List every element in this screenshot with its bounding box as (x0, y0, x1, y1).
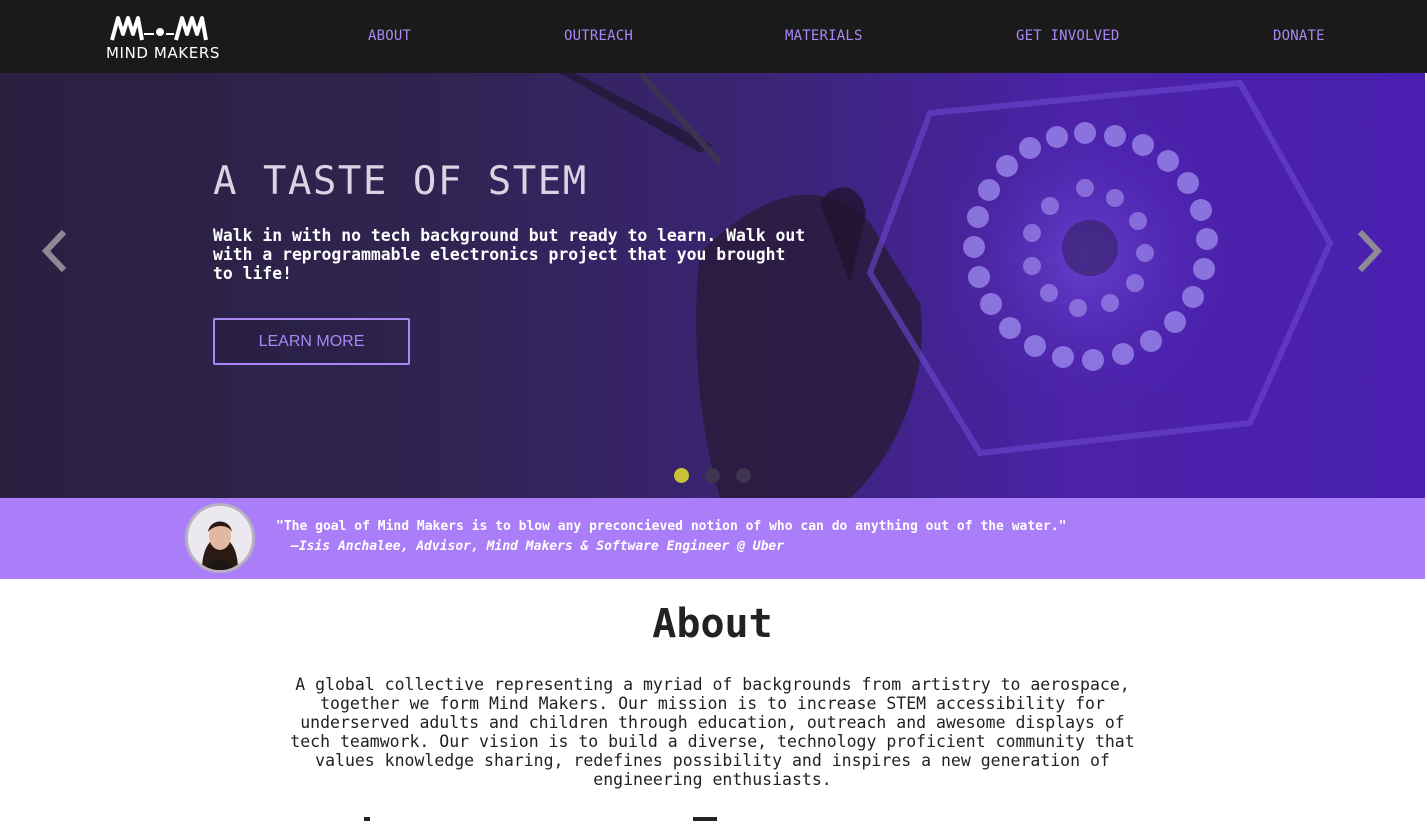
carousel-dot-3[interactable] (736, 468, 751, 483)
logo-link[interactable]: MIND MAKERS (106, 14, 220, 64)
avatar (185, 503, 255, 573)
nav-link-materials[interactable]: MATERIALS (785, 28, 863, 44)
nav-link-about[interactable]: ABOUT (368, 28, 411, 44)
nav-link-donate[interactable]: DONATE (1273, 28, 1325, 44)
below-fold-glyph (364, 817, 370, 821)
hero-background-image (560, 73, 1334, 498)
quote-text: "The goal of Mind Makers is to blow any … (276, 519, 1067, 534)
hero-title: A TASTE OF STEM (213, 159, 588, 204)
chevron-left-icon[interactable] (38, 228, 72, 274)
carousel-dot-2[interactable] (705, 468, 720, 483)
brand-name: MIND MAKERS (106, 44, 220, 62)
learn-more-button[interactable]: LEARN MORE (213, 318, 410, 365)
below-fold-glyph (693, 817, 717, 821)
navbar: MIND MAKERS ABOUT OUTREACH MATERIALS GET… (0, 0, 1427, 73)
hero-description: Walk in with no tech background but read… (213, 226, 806, 283)
carousel-dot-1[interactable] (674, 468, 689, 483)
portrait-image (188, 506, 252, 570)
hero-carousel: A TASTE OF STEM Walk in with no tech bac… (0, 73, 1425, 498)
about-description: A global collective representing a myria… (290, 675, 1135, 789)
quote-author: —Isis Anchalee, Advisor, Mind Makers & S… (291, 539, 785, 554)
nav-link-get-involved[interactable]: GET INVOLVED (1016, 28, 1120, 44)
chevron-right-icon[interactable] (1352, 228, 1386, 274)
nav-link-outreach[interactable]: OUTREACH (564, 28, 633, 44)
mind-makers-logo-icon (110, 16, 208, 41)
testimonial-bar: "The goal of Mind Makers is to blow any … (0, 498, 1425, 579)
about-heading: About (652, 601, 773, 647)
